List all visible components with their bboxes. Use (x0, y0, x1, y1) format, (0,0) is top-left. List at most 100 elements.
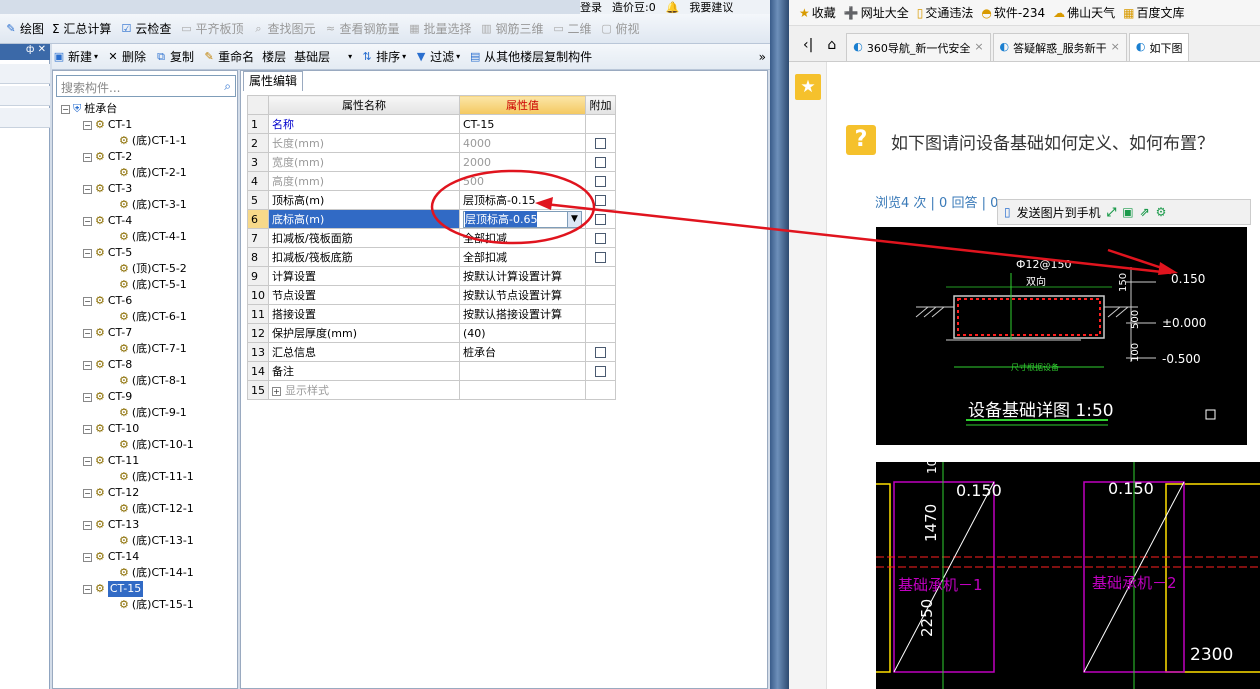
collapse-icon[interactable]: − (83, 184, 92, 194)
property-value[interactable]: 层顶标高-0.65 ▼ (459, 209, 586, 229)
suggest-link[interactable]: 我要建议 (689, 0, 733, 15)
grid-row[interactable]: 10 节点设置 按默认节点设置计算 (247, 285, 616, 305)
toolbar-button-3[interactable]: ▭ 平齐板顶 (179, 20, 243, 37)
collapse-icon[interactable]: − (83, 552, 92, 562)
collapse-icon[interactable]: − (83, 296, 92, 306)
property-value[interactable]: CT-15 (459, 114, 586, 134)
tree-subitem[interactable]: ⚙ (底)CT-2-1 (119, 165, 187, 181)
tab-property-edit[interactable]: 属性编辑 (243, 71, 303, 91)
settings-icon[interactable]: ⚙ (1156, 205, 1167, 219)
toolbar-button-5[interactable]: ≈ 查看钢筋量 (323, 20, 400, 37)
dock-row[interactable] (0, 64, 50, 84)
collapse-icon[interactable]: − (83, 216, 92, 226)
property-value[interactable]: 全部扣减 (459, 228, 586, 248)
extra-checkbox[interactable] (595, 366, 606, 377)
tree-subitem[interactable]: ⚙ (底)CT-5-1 (119, 277, 187, 293)
grid-row[interactable]: 7 扣减板/筏板面筋 全部扣减 (247, 228, 616, 248)
collapse-icon[interactable]: − (61, 104, 70, 114)
tree-item[interactable]: − ⚙ CT-12 (83, 485, 139, 501)
grid-row[interactable]: 2 长度(mm) 4000 (247, 133, 616, 153)
grid-row[interactable]: 11 搭接设置 按默认搭接设置计算 (247, 304, 616, 324)
extra-checkbox[interactable] (595, 252, 606, 263)
collapse-icon[interactable]: − (83, 328, 92, 338)
star-icon[interactable]: ★ (795, 74, 821, 100)
send-to-phone-button[interactable]: 发送图片到手机 (1017, 204, 1101, 221)
grid-row[interactable]: 13 汇总信息 桩承台 (247, 342, 616, 362)
search-icon[interactable]: ⌕ (224, 79, 231, 93)
tree-root[interactable]: − ⛨ 桩承台 (61, 101, 117, 117)
chevron-down-icon[interactable]: ▼ (567, 211, 581, 227)
property-value[interactable]: 按默认节点设置计算 (459, 285, 586, 305)
save-icon[interactable]: ▣ (1122, 205, 1133, 219)
dock-row[interactable] (0, 108, 50, 128)
property-value[interactable]: 500 (459, 171, 586, 191)
toolbar-button-9[interactable]: ▢ 俯视 (600, 20, 639, 37)
filter-button[interactable]: ▼ 过滤 ▾ (414, 48, 460, 65)
grid-row[interactable]: 3 宽度(mm) 2000 (247, 152, 616, 172)
copy-from-floor-button[interactable]: ▤ 从其他楼层复制构件 (468, 48, 592, 65)
tree-item[interactable]: − ⚙ CT-4 (83, 213, 132, 229)
tree-subitem[interactable]: ⚙ (底)CT-12-1 (119, 501, 194, 517)
favorite-item[interactable]: ➕ 网址大全 (844, 4, 909, 21)
browser-tab[interactable]: ◐ 答疑解惑_服务新干 × (992, 33, 1127, 61)
favorite-item[interactable]: ☁ 佛山天气 (1053, 4, 1115, 21)
grid-row[interactable]: 6 底标高(m) 层顶标高-0.65 ▼ (247, 209, 616, 229)
cad-detail-image[interactable]: Ф12@150 双向 150 500 100 0.150 ±0.000 -0.5… (876, 227, 1247, 445)
extra-checkbox[interactable] (595, 347, 606, 358)
toolbar-button-7[interactable]: ▥ 钢筋三维 (480, 20, 543, 37)
property-value[interactable]: 4000 (459, 133, 586, 153)
property-value[interactable]: 2000 (459, 152, 586, 172)
tree-item[interactable]: − ⚙ CT-6 (83, 293, 132, 309)
collapse-icon[interactable]: − (83, 488, 92, 498)
grid-row[interactable]: 5 顶标高(m) 层顶标高-0.15 (247, 190, 616, 210)
tree-subitem[interactable]: ⚙ (底)CT-4-1 (119, 229, 187, 245)
grid-row[interactable]: 8 扣减板/筏板底筋 全部扣减 (247, 247, 616, 267)
fullscreen-icon[interactable]: ⤢ (1107, 205, 1117, 220)
favorite-item[interactable]: ★ 收藏 (799, 4, 836, 21)
collapse-icon[interactable]: − (83, 152, 92, 162)
tree-subitem[interactable]: ⚙ (底)CT-9-1 (119, 405, 187, 421)
tab-close-icon[interactable]: × (1111, 40, 1120, 61)
tab-close-icon[interactable]: × (974, 40, 983, 61)
floor-select[interactable]: 基础层 ▾ (294, 48, 352, 65)
tree-item[interactable]: − ⚙ CT-5 (83, 245, 132, 261)
collapse-icon[interactable]: − (83, 584, 92, 594)
collapse-icon[interactable]: − (83, 120, 92, 130)
tree-subitem[interactable]: ⚙ (底)CT-1-1 (119, 133, 187, 149)
new-button[interactable]: ▣ 新建 ▾ (52, 48, 98, 65)
login-link[interactable]: 登录 (580, 0, 602, 15)
grid-row[interactable]: 9 计算设置 按默认计算设置计算 (247, 266, 616, 286)
favorite-item[interactable]: ▯ 交通违法 (917, 4, 974, 21)
back-icon[interactable]: ‹| (789, 37, 823, 61)
delete-button[interactable]: ✕ 删除 (106, 48, 146, 65)
extra-checkbox[interactable] (595, 195, 606, 206)
tree-item[interactable]: − ⚙ CT-15 (83, 581, 144, 597)
tree-item[interactable]: − ⚙ CT-8 (83, 357, 132, 373)
tree-subitem[interactable]: ⚙ (顶)CT-5-2 (119, 261, 187, 277)
grid-row[interactable]: 12 保护层厚度(mm) (40) (247, 323, 616, 343)
property-value[interactable]: 按默认计算设置计算 (459, 266, 586, 286)
expand-icon[interactable]: + (272, 387, 281, 396)
property-value[interactable]: 按默认搭接设置计算 (459, 304, 586, 324)
tree-subitem[interactable]: ⚙ (底)CT-13-1 (119, 533, 194, 549)
share-icon[interactable]: ⇗ (1140, 205, 1150, 219)
extra-checkbox[interactable] (595, 214, 606, 225)
property-value[interactable]: 桩承台 (459, 342, 586, 362)
favorite-item[interactable]: ◓ 软件-234 (981, 4, 1045, 21)
extra-checkbox[interactable] (595, 233, 606, 244)
tree-item[interactable]: − ⚙ CT-1 (83, 117, 132, 133)
cad-plan-image[interactable]: 0.150 0.150 1470 2250 10 2300 基础承机－1 基础承… (876, 462, 1260, 689)
collapse-icon[interactable]: − (83, 456, 92, 466)
toolbar-button-4[interactable]: ⌕ 查找图元 (251, 20, 315, 37)
tree-item[interactable]: − ⚙ CT-11 (83, 453, 139, 469)
copy-button[interactable]: ⧉ 复制 (154, 48, 194, 65)
tree-subitem[interactable]: ⚙ (底)CT-7-1 (119, 341, 187, 357)
grid-row[interactable]: 1 名称 CT-15 (247, 114, 616, 134)
browser-tab[interactable]: ◐ 360导航_新一代安全 × (846, 33, 991, 61)
close-icon[interactable]: ✕ (38, 44, 46, 55)
collapse-icon[interactable]: − (83, 392, 92, 402)
sort-button[interactable]: ⇅ 排序 ▾ (360, 48, 406, 65)
tree-item[interactable]: − ⚙ CT-9 (83, 389, 132, 405)
property-value[interactable] (459, 361, 586, 381)
extra-checkbox[interactable] (595, 157, 606, 168)
